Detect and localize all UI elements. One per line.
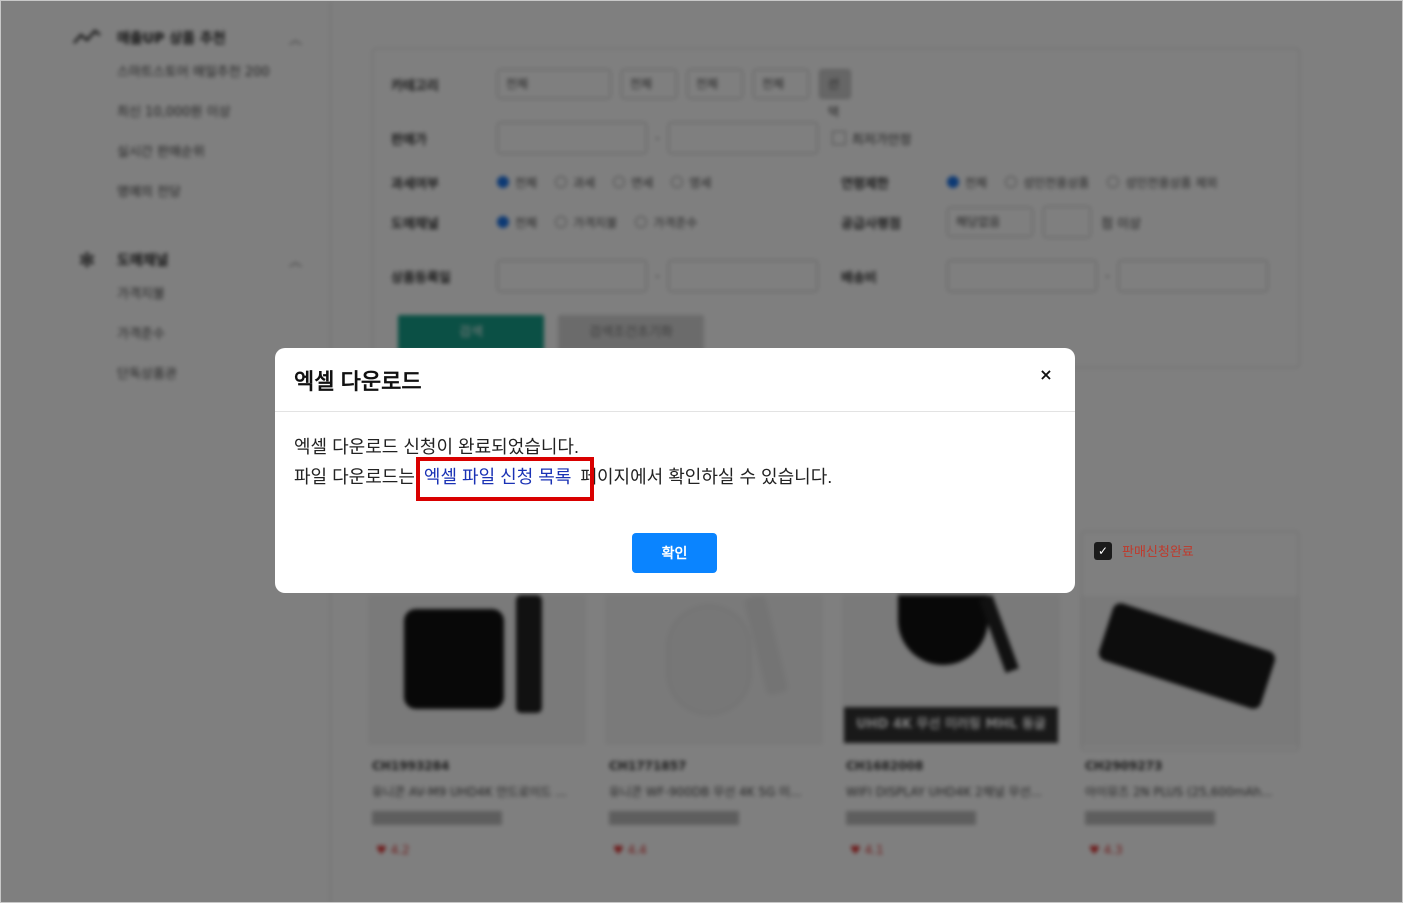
message-text: 파일 다운로드는 bbox=[294, 467, 420, 487]
modal-header: 엑셀 다운로드 × bbox=[275, 348, 1075, 412]
confirm-button[interactable]: 확인 bbox=[632, 533, 717, 573]
sale-request-badge: ✓ 판매신청완료 bbox=[1094, 541, 1194, 560]
modal-title: 엑셀 다운로드 bbox=[294, 369, 422, 394]
close-icon[interactable]: × bbox=[1037, 366, 1055, 384]
app-window: 매출UP 상품 추천 ︿ 스마트스토어 매일추천 200 최신 10,000원 … bbox=[0, 0, 1403, 903]
modal-message-line1: 엑셀 다운로드 신청이 완료되었습니다. bbox=[294, 437, 579, 457]
badge-label: 판매신청완료 bbox=[1122, 544, 1194, 559]
message-text: 페이지에서 확인하실 수 있습니다. bbox=[575, 467, 833, 487]
modal-body: 엑셀 다운로드 신청이 완료되었습니다. 파일 다운로드는 엑셀 파일 신청 목… bbox=[294, 432, 833, 501]
excel-download-modal: 엑셀 다운로드 × 엑셀 다운로드 신청이 완료되었습니다. 파일 다운로드는 … bbox=[275, 348, 1075, 593]
modal-message-line2: 파일 다운로드는 엑셀 파일 신청 목록 페이지에서 확인하실 수 있습니다. bbox=[294, 457, 833, 501]
excel-file-request-list-link[interactable]: 엑셀 파일 신청 목록 bbox=[415, 457, 594, 501]
checkbox-checked-icon[interactable]: ✓ bbox=[1094, 541, 1112, 560]
